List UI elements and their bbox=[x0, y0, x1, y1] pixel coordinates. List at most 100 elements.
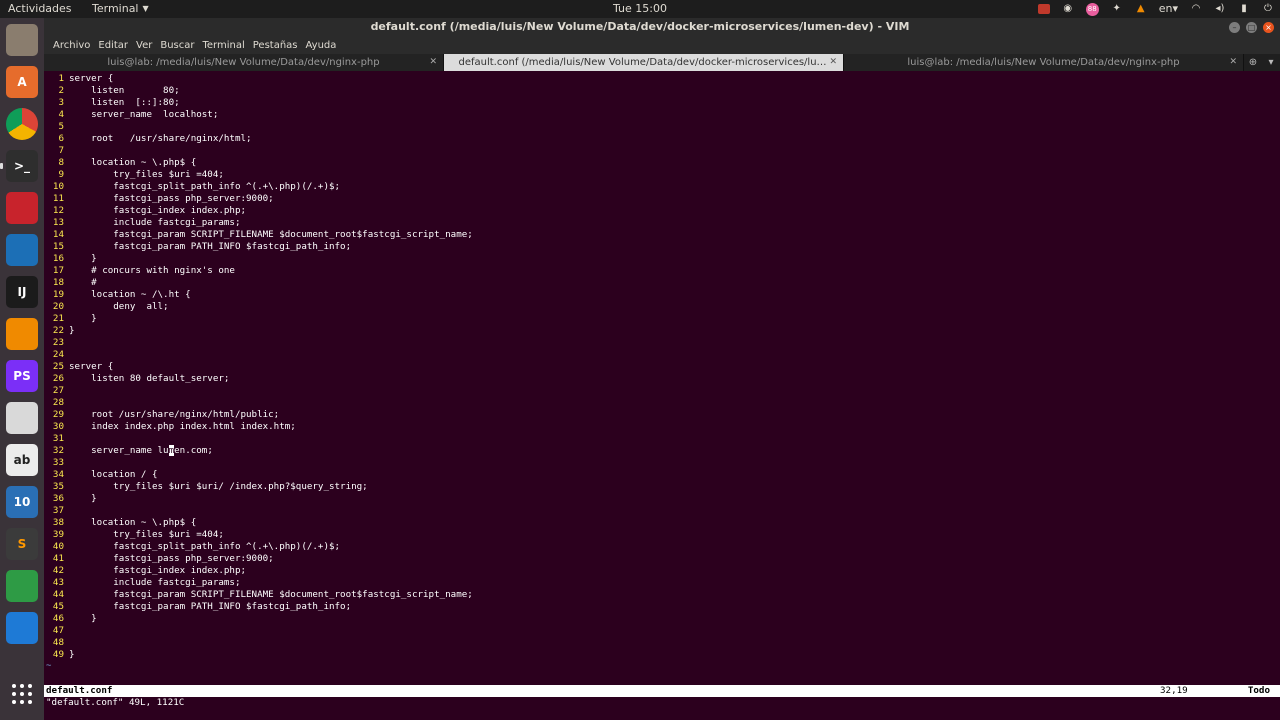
vim-editor[interactable]: 1 server {2 listen 80; 3 listen [::]:80; 4 … bbox=[44, 71, 1280, 685]
close-icon[interactable]: ✕ bbox=[429, 54, 437, 71]
line-text: fastcgi_split_path_info ^(.+\.php)(/.+)$… bbox=[69, 181, 341, 192]
steam-icon[interactable]: ◉ bbox=[1062, 3, 1074, 15]
line-text: fastcgi_pass php_server:9000; bbox=[69, 553, 274, 564]
notification-badge[interactable]: 88 bbox=[1085, 2, 1099, 16]
menu-ver[interactable]: Ver bbox=[132, 37, 156, 54]
terminal-icon[interactable]: >_ bbox=[0, 150, 38, 182]
code-line: 35 try_files $uri $uri/ /index.php?$quer… bbox=[44, 481, 368, 493]
menu-pestanas[interactable]: Pestañas bbox=[249, 37, 302, 54]
line-text: fastcgi_split_path_info ^(.+\.php)(/.+)$… bbox=[69, 541, 341, 552]
line-number: 44 bbox=[52, 589, 64, 600]
activities-button[interactable]: Actividades bbox=[8, 0, 72, 18]
tab-default-conf[interactable]: default.conf (/media/luis/New Volume/Dat… bbox=[444, 54, 844, 71]
line-text: location / { bbox=[69, 469, 158, 480]
battery-icon[interactable]: ▮ bbox=[1238, 3, 1250, 15]
maximize-button[interactable]: □ bbox=[1246, 22, 1257, 33]
line-text: location ~ \.php$ { bbox=[69, 157, 197, 168]
line-number: 11 bbox=[52, 193, 64, 204]
window-controls: – □ × bbox=[1229, 22, 1274, 33]
intellij-icon[interactable]: IJ bbox=[6, 276, 38, 308]
clock[interactable]: Tue 15:00 bbox=[613, 2, 667, 15]
line-text: } bbox=[69, 325, 75, 336]
line-text: server_name localhost; bbox=[69, 109, 219, 120]
dropbox-icon[interactable]: ✦ bbox=[1111, 3, 1123, 15]
status-scroll-indicator: Todo bbox=[1247, 685, 1270, 696]
minimize-button[interactable]: – bbox=[1229, 22, 1240, 33]
line-number: 36 bbox=[52, 493, 64, 504]
tab-menu-chevron-icon[interactable]: ▾ bbox=[1262, 54, 1280, 71]
line-number: 19 bbox=[52, 289, 64, 300]
close-icon[interactable]: ✕ bbox=[829, 54, 837, 71]
app-menu-button[interactable]: Terminal ▼ bbox=[92, 0, 149, 18]
vlc-tray-icon[interactable]: ▲ bbox=[1135, 3, 1147, 15]
code-line: 34 location / { bbox=[44, 469, 158, 481]
virtualbox-icon[interactable] bbox=[6, 234, 38, 266]
code-line: 49} bbox=[44, 649, 75, 661]
line-text: index index.php index.html index.htm; bbox=[69, 421, 296, 432]
line-number: 25 bbox=[52, 361, 64, 372]
line-text: } bbox=[69, 649, 75, 660]
code-line: 9 try_files $uri =404; bbox=[44, 169, 223, 181]
line-text: root /usr/share/nginx/html/public; bbox=[69, 409, 280, 420]
code-line: 14 fastcgi_param SCRIPT_FILENAME $docume… bbox=[44, 229, 473, 241]
screen-record-icon[interactable] bbox=[1037, 3, 1050, 15]
chrome-icon[interactable] bbox=[6, 108, 38, 140]
line-number: 7 bbox=[58, 145, 64, 156]
line-number: 49 bbox=[52, 649, 64, 660]
text-editor-icon[interactable] bbox=[6, 402, 38, 434]
pdf-viewer-icon[interactable] bbox=[6, 192, 38, 224]
system-tray: ◉ 88 ✦ ▲ en ▾ ◠ ◂) ▮ ⏻ bbox=[1037, 0, 1274, 18]
line-text: } bbox=[69, 613, 97, 624]
menu-ayuda[interactable]: Ayuda bbox=[302, 37, 341, 54]
tab-nginx-php-2[interactable]: luis@lab: /media/luis/New Volume/Data/de… bbox=[844, 54, 1244, 71]
line-text: fastcgi_param SCRIPT_FILENAME $document_… bbox=[69, 229, 473, 240]
menu-archivo[interactable]: Archivo bbox=[49, 37, 94, 54]
line-number: 32 bbox=[52, 445, 64, 456]
software-center-icon[interactable]: A bbox=[6, 66, 38, 98]
show-applications-icon[interactable] bbox=[6, 678, 38, 710]
spreadsheet-icon[interactable] bbox=[6, 570, 38, 602]
line-number: 21 bbox=[52, 313, 64, 324]
tab-label: luis@lab: /media/luis/New Volume/Data/de… bbox=[907, 57, 1180, 68]
code-line: 32 server_name lumen.com; bbox=[44, 445, 213, 457]
code-line: 6 root /usr/share/nginx/html; bbox=[44, 133, 252, 145]
volume-icon[interactable]: ◂) bbox=[1214, 3, 1226, 15]
windows10-vm-icon[interactable]: 10 bbox=[6, 486, 38, 518]
empty-line-tilde: ~ bbox=[46, 661, 52, 671]
menu-editar[interactable]: Editar bbox=[94, 37, 132, 54]
phpstorm-icon[interactable]: PS bbox=[6, 360, 38, 392]
line-number: 4 bbox=[58, 109, 64, 120]
new-tab-icon[interactable]: ⊕ bbox=[1244, 54, 1262, 71]
code-line: 39 try_files $uri =404; bbox=[44, 529, 224, 541]
power-icon[interactable]: ⏻ bbox=[1262, 3, 1274, 15]
code-line: 33 bbox=[44, 457, 69, 469]
tab-label: luis@lab: /media/luis/New Volume/Data/de… bbox=[107, 57, 380, 68]
line-number: 26 bbox=[52, 373, 64, 384]
menu-buscar[interactable]: Buscar bbox=[156, 37, 198, 54]
menu-terminal[interactable]: Terminal bbox=[198, 37, 248, 54]
tab-nginx-php-1[interactable]: luis@lab: /media/luis/New Volume/Data/de… bbox=[44, 54, 444, 71]
line-text: fastcgi_param PATH_INFO $fastcgi_path_in… bbox=[69, 601, 352, 612]
code-line: 31 bbox=[44, 433, 69, 445]
code-line: 27 bbox=[44, 385, 69, 397]
vlc-icon[interactable] bbox=[6, 318, 38, 350]
wifi-icon[interactable]: ◠ bbox=[1190, 3, 1202, 15]
code-line: 45 fastcgi_param PATH_INFO $fastcgi_path… bbox=[44, 601, 351, 613]
code-line: 40 fastcgi_split_path_info ^(.+\.php)(/.… bbox=[44, 541, 340, 553]
close-icon[interactable]: ✕ bbox=[1229, 54, 1237, 71]
line-number: 2 bbox=[58, 85, 64, 96]
close-button[interactable]: × bbox=[1263, 22, 1274, 33]
files-icon[interactable] bbox=[6, 24, 38, 56]
line-text: fastcgi_index index.php; bbox=[69, 205, 247, 216]
code-line: 44 fastcgi_param SCRIPT_FILENAME $docume… bbox=[44, 589, 473, 601]
code-line: 3 listen [::]:80; bbox=[44, 97, 179, 109]
line-number: 12 bbox=[52, 205, 64, 216]
language-indicator[interactable]: en ▾ bbox=[1159, 2, 1178, 15]
dictionary-icon[interactable]: ab bbox=[6, 444, 38, 476]
line-number: 24 bbox=[52, 349, 64, 360]
vscode-icon[interactable] bbox=[6, 612, 38, 644]
sublime-icon[interactable]: S bbox=[6, 528, 38, 560]
line-text: location ~ \.php$ { bbox=[69, 517, 197, 528]
line-text: fastcgi_param SCRIPT_FILENAME $document_… bbox=[69, 589, 473, 600]
line-text: root /usr/share/nginx/html; bbox=[69, 133, 252, 144]
